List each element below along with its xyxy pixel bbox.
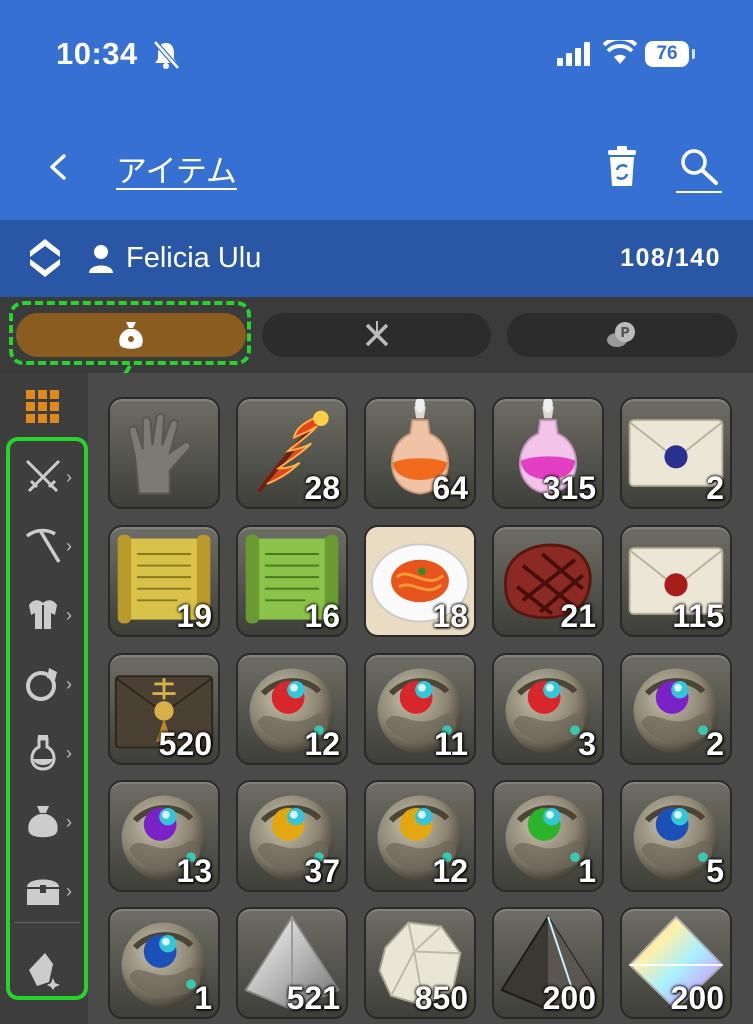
item-slot[interactable]: 1 bbox=[492, 780, 604, 892]
search-active-underline bbox=[676, 191, 722, 193]
item-slot[interactable]: 520 bbox=[108, 653, 220, 765]
item-quantity: 37 bbox=[304, 853, 340, 889]
item-slot[interactable]: 19 bbox=[108, 525, 220, 637]
trash-icon[interactable] bbox=[604, 146, 640, 188]
inventory-capacity: 108/140 bbox=[620, 244, 721, 272]
item-slot[interactable]: 37 bbox=[236, 780, 348, 892]
item-quantity: 520 bbox=[158, 726, 212, 762]
item-slot[interactable]: 11 bbox=[364, 653, 476, 765]
character-switch-icon[interactable] bbox=[28, 237, 62, 279]
item-quantity: 5 bbox=[706, 853, 724, 889]
svg-text:P: P bbox=[620, 326, 630, 341]
back-chevron-icon[interactable] bbox=[46, 150, 70, 184]
item-slot[interactable]: 2 bbox=[620, 653, 732, 765]
highlight-box-sidebar bbox=[6, 437, 88, 1000]
item-grid: 28 64 315 2 19 16 18 21 115 520 12 11 3 … bbox=[88, 373, 753, 1024]
item-quantity: 13 bbox=[176, 853, 212, 889]
item-slot[interactable]: 1 bbox=[108, 907, 220, 1019]
sidebar-item-all[interactable] bbox=[0, 373, 86, 441]
item-quantity: 200 bbox=[670, 980, 724, 1016]
highlight-box-tab bbox=[9, 301, 251, 365]
item-quantity: 200 bbox=[542, 980, 596, 1016]
item-quantity: 64 bbox=[432, 470, 468, 506]
item-quantity: 21 bbox=[560, 598, 596, 634]
item-slot[interactable]: 13 bbox=[108, 780, 220, 892]
tab-crafting[interactable] bbox=[262, 313, 491, 357]
item-slot[interactable]: 315 bbox=[492, 397, 604, 509]
search-icon[interactable] bbox=[678, 146, 720, 188]
grid-icon bbox=[26, 390, 59, 423]
item-slot[interactable]: 12 bbox=[364, 780, 476, 892]
item-slot[interactable]: 28 bbox=[236, 397, 348, 509]
item-quantity: 115 bbox=[672, 598, 724, 634]
character-name[interactable]: Felicia Ulu bbox=[126, 242, 261, 275]
item-quantity: 521 bbox=[286, 980, 340, 1016]
item-quantity: 12 bbox=[432, 853, 468, 889]
gloves-icon bbox=[128, 412, 192, 495]
item-quantity: 2 bbox=[706, 470, 724, 506]
item-quantity: 315 bbox=[542, 470, 596, 506]
item-slot[interactable]: 18 bbox=[364, 525, 476, 637]
app-header bbox=[0, 0, 753, 220]
bell-muted-icon bbox=[153, 40, 180, 70]
item-slot[interactable]: 200 bbox=[620, 907, 732, 1019]
page-title: アイテム bbox=[116, 154, 237, 189]
item-slot[interactable]: 64 bbox=[364, 397, 476, 509]
item-slot[interactable]: 115 bbox=[620, 525, 732, 637]
item-quantity: 12 bbox=[304, 726, 340, 762]
item-quantity: 1 bbox=[194, 980, 212, 1016]
item-slot[interactable]: 2 bbox=[620, 397, 732, 509]
item-quantity: 28 bbox=[304, 470, 340, 506]
item-quantity: 11 bbox=[434, 726, 468, 762]
coins-icon: P bbox=[607, 322, 635, 347]
item-quantity: 1 bbox=[578, 853, 596, 889]
item-slot[interactable]: 200 bbox=[492, 907, 604, 1019]
item-slot[interactable]: 521 bbox=[236, 907, 348, 1019]
item-quantity: 3 bbox=[578, 726, 596, 762]
item-slot[interactable]: 3 bbox=[492, 653, 604, 765]
battery-tip bbox=[692, 49, 695, 59]
tab-currency[interactable]: P bbox=[507, 313, 737, 357]
item-slot[interactable]: 12 bbox=[236, 653, 348, 765]
item-quantity: 19 bbox=[176, 598, 212, 634]
item-quantity: 850 bbox=[414, 980, 468, 1016]
status-time: 10:34 bbox=[56, 36, 138, 71]
wifi-icon bbox=[603, 40, 637, 64]
crossed-tools-icon bbox=[365, 321, 388, 347]
item-slot[interactable]: 5 bbox=[620, 780, 732, 892]
battery-indicator: 76 bbox=[645, 41, 689, 67]
item-quantity: 16 bbox=[304, 598, 340, 634]
item-quantity: 2 bbox=[706, 726, 724, 762]
item-slot[interactable]: 850 bbox=[364, 907, 476, 1019]
item-slot[interactable]: 16 bbox=[236, 525, 348, 637]
cellular-signal-icon bbox=[557, 42, 590, 66]
item-slot[interactable]: 21 bbox=[492, 525, 604, 637]
item-slot[interactable] bbox=[108, 397, 220, 509]
person-icon bbox=[89, 245, 113, 273]
item-quantity: 18 bbox=[432, 598, 468, 634]
